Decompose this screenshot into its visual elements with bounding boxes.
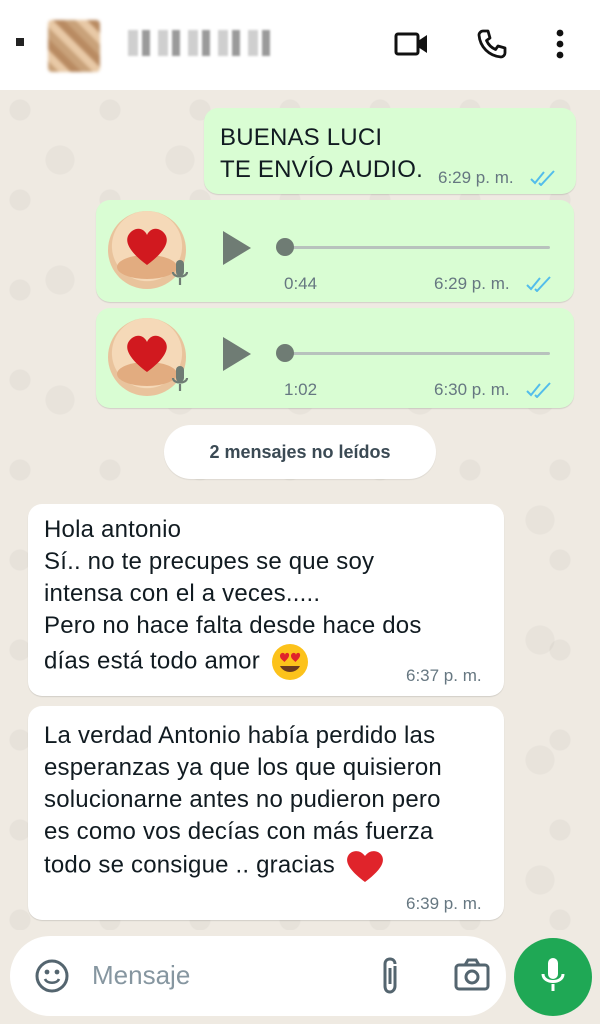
unread-messages-divider: 2 mensajes no leídos (164, 425, 436, 479)
camera-icon[interactable] (454, 958, 490, 997)
incoming-message[interactable]: La verdad Antonio había perdido las espe… (28, 706, 504, 920)
message-time: 6:29 p. m. (438, 168, 514, 187)
mic-icon (540, 956, 566, 999)
voice-message[interactable]: 1:02 6:30 p. m. (96, 308, 574, 408)
play-icon[interactable] (220, 228, 254, 273)
mic-icon (170, 364, 190, 399)
audio-progress-track[interactable] (284, 246, 550, 249)
chat-area[interactable]: BUENAS LUCI TE ENVÍO AUDIO. 6:29 p. m. 0… (0, 90, 600, 930)
message-time: 6:37 p. m. (406, 666, 482, 685)
read-receipt-icon (530, 170, 556, 191)
play-icon[interactable] (220, 334, 254, 379)
voice-duration: 1:02 (284, 380, 318, 399)
more-vert-icon[interactable] (540, 24, 580, 64)
phone-icon[interactable] (472, 24, 512, 64)
voice-duration: 0:44 (284, 274, 318, 293)
attach-icon[interactable] (378, 956, 402, 1001)
voice-message[interactable]: 0:44 6:29 p. m. (96, 200, 574, 302)
message-composer[interactable]: Mensaje (10, 936, 506, 1016)
message-text: BUENAS LUCI TE ENVÍO AUDIO. (220, 124, 424, 183)
red-heart-emoji-icon (345, 848, 385, 889)
message-input[interactable]: Mensaje (92, 960, 190, 991)
audio-progress-track[interactable] (284, 352, 550, 355)
video-call-icon[interactable] (392, 24, 432, 64)
read-receipt-icon (526, 276, 552, 297)
mic-icon (170, 258, 190, 293)
heart-eyes-emoji-icon (270, 642, 310, 687)
contact-avatar[interactable] (48, 20, 100, 72)
voice-record-button[interactable] (514, 938, 592, 1016)
read-receipt-icon (526, 382, 552, 403)
message-time: 6:29 p. m. (434, 274, 510, 293)
message-text: Hola antonio Sí.. no te precupes se que … (44, 516, 422, 675)
message-time: 6:30 p. m. (434, 380, 510, 399)
contact-name[interactable] (128, 30, 278, 56)
incoming-message[interactable]: Hola antonio Sí.. no te precupes se que … (28, 504, 504, 696)
message-time: 6:39 p. m. (406, 894, 482, 913)
back-icon[interactable] (16, 38, 24, 46)
audio-progress-knob[interactable] (276, 344, 294, 362)
audio-progress-knob[interactable] (276, 238, 294, 256)
chat-header (0, 0, 600, 90)
outgoing-message[interactable]: BUENAS LUCI TE ENVÍO AUDIO. 6:29 p. m. (204, 108, 576, 194)
emoji-icon[interactable] (34, 958, 70, 999)
